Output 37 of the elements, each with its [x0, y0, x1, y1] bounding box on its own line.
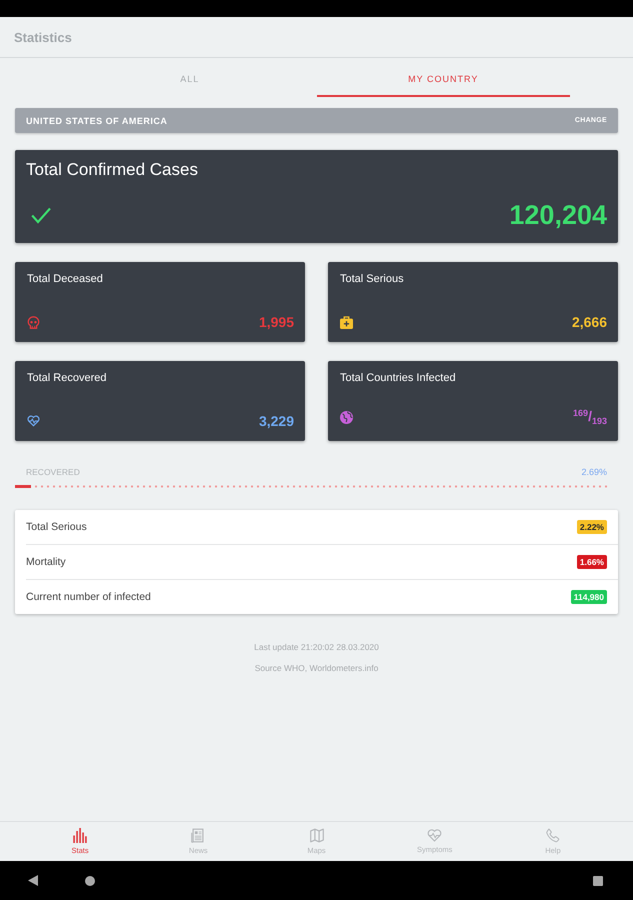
card-title: Total Deceased	[27, 273, 104, 286]
home-icon[interactable]	[85, 876, 95, 886]
stat-value: 2,666	[572, 314, 607, 330]
footer-text: Source WHO, Worldometers.info	[254, 663, 378, 673]
back-icon[interactable]	[28, 875, 38, 886]
card-title: Total Countries Infected	[340, 372, 457, 385]
medical-kit-icon	[340, 316, 353, 328]
globe-icon	[340, 410, 353, 424]
rate-badge: 114,980	[570, 590, 607, 604]
phone-icon	[546, 828, 560, 843]
card-title: Total Recovered	[27, 372, 108, 385]
heart-pulse-icon	[427, 829, 442, 842]
check-icon	[31, 207, 51, 224]
progress-label: RECOVERED	[26, 467, 80, 478]
map-icon	[310, 828, 324, 843]
stat-value: 1,995	[258, 314, 294, 330]
rate-badge: 1.66%	[576, 555, 607, 569]
rate-label: Mortality	[26, 556, 66, 568]
recents-icon[interactable]	[593, 876, 603, 886]
confirmed-count: 120,204	[509, 200, 607, 231]
rate-label: Total Serious	[26, 521, 87, 533]
tab[interactable]: ALL	[63, 58, 316, 97]
skull-icon	[27, 316, 40, 328]
stat-value: 3,229	[258, 413, 294, 429]
footer-text: Last update 21:20:02 28.03.2020	[254, 642, 379, 652]
progress-reading: 2.69%	[581, 467, 607, 478]
bar-chart-icon	[73, 828, 88, 843]
newspaper-icon	[191, 828, 206, 843]
country-name: UNITED STATES OF AMERICA	[26, 116, 168, 126]
rate-badge: 2.22%	[576, 520, 607, 534]
app-title: Statistics	[14, 30, 72, 44]
stat-value: $^{169}$/$_{193}$	[573, 407, 607, 428]
card-title: Total Serious	[340, 273, 405, 286]
heart-pulse-icon	[27, 415, 40, 427]
rate-label: Current number of infected	[26, 591, 151, 603]
card-title: Total Confirmed Cases	[26, 160, 199, 180]
tab[interactable]: MY COUNTRY	[316, 58, 570, 97]
